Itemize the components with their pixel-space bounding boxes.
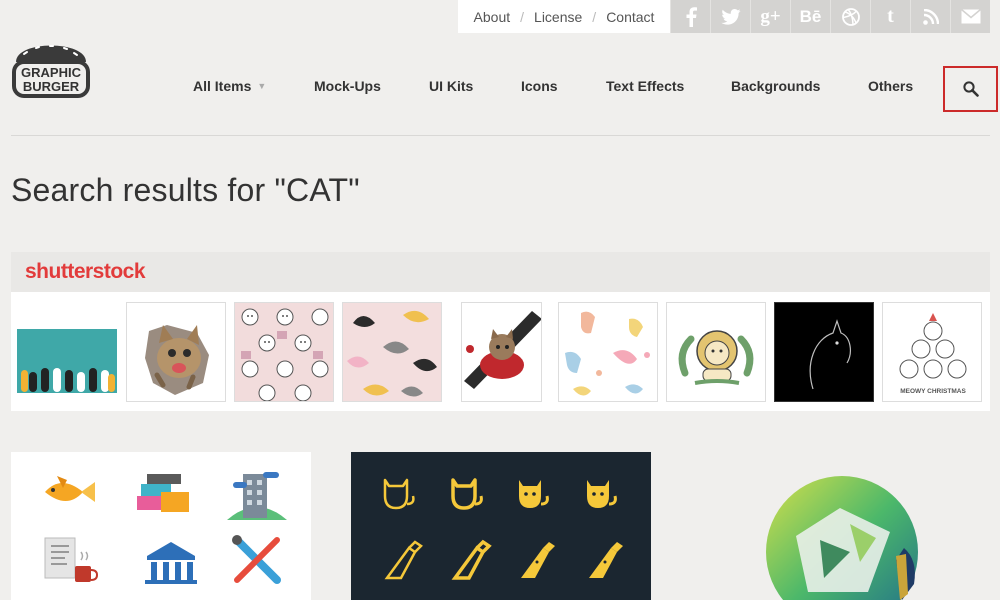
search-icon — [962, 81, 979, 97]
shutterstock-header: shutterstock — [11, 252, 990, 292]
nav-icons[interactable]: Icons — [521, 78, 558, 94]
nav-others[interactable]: Others — [868, 78, 913, 94]
nav-backgrounds[interactable]: Backgrounds — [731, 78, 820, 94]
nav-ui-kits[interactable]: UI Kits — [429, 78, 473, 94]
thumbnail-super-cat[interactable] — [461, 302, 542, 402]
nav-mockups[interactable]: Mock-Ups — [314, 78, 381, 94]
dribbble-icon[interactable] — [830, 0, 870, 33]
result-card-flat-icons[interactable] — [11, 452, 311, 600]
knife-icon-outline — [384, 540, 423, 580]
result-card-cat-line-icons[interactable] — [351, 452, 651, 600]
fish-icon — [45, 476, 95, 502]
nav-all-items[interactable]: All Items ▼ — [193, 78, 266, 94]
shutterstock-logo[interactable]: shutterstock — [25, 260, 146, 284]
thumbnail-cats-pattern[interactable] — [342, 302, 442, 402]
mail-icon[interactable] — [950, 0, 990, 33]
boxes-icon — [137, 474, 189, 512]
separator: / — [520, 8, 525, 25]
thumbnail-cat-faces-pattern[interactable] — [234, 302, 334, 402]
cat-icon-filled-alt — [587, 480, 617, 508]
nav-text-effects[interactable]: Text Effects — [606, 78, 684, 94]
tools-icon — [232, 535, 281, 584]
twitter-icon[interactable] — [710, 0, 750, 33]
contact-link[interactable]: Contact — [606, 9, 654, 25]
license-link[interactable]: License — [534, 9, 582, 25]
bank-icon — [145, 542, 197, 584]
result-card-3d-logo[interactable] — [700, 452, 990, 600]
building-icon — [227, 472, 287, 520]
cat-icon-outline-bold — [451, 478, 483, 510]
cat-icon-filled — [519, 480, 549, 508]
header-divider — [11, 135, 990, 136]
thumbnail-meowy-christmas[interactable]: MEOWY CHRISTMAS — [882, 302, 982, 402]
meowy-christmas-text: MEOWY CHRISTMAS — [900, 388, 966, 395]
knife-icon-filled — [521, 542, 555, 578]
caret-down-icon: ▼ — [257, 81, 267, 91]
google-plus-icon[interactable]: g+ — [750, 0, 790, 33]
cat-icon-outline — [383, 478, 415, 510]
behance-icon[interactable]: Bē — [790, 0, 830, 33]
knife-icon-outline-bold — [451, 539, 492, 580]
shutterstock-results: MEOWY CHRISTMAS — [11, 292, 990, 411]
thumbnail-lion-cat[interactable] — [666, 302, 766, 402]
thumbnail-cat-paws[interactable] — [17, 302, 117, 402]
nav-all-items-label: All Items — [193, 78, 252, 94]
document-coffee-icon — [44, 537, 99, 582]
tumblr-icon[interactable]: t — [870, 0, 910, 33]
page-title: Search results for "CAT" — [11, 172, 360, 208]
top-links-bar: About / License / Contact — [458, 0, 670, 33]
separator: / — [592, 8, 597, 25]
social-links: g+ Bē t — [670, 0, 990, 33]
thumbnail-pastel-cats[interactable] — [558, 302, 658, 402]
thumbnail-black-cat[interactable] — [774, 302, 874, 402]
facebook-icon[interactable] — [670, 0, 710, 33]
knife-icon-filled-alt — [589, 542, 623, 578]
rss-icon[interactable] — [910, 0, 950, 33]
main-nav: All Items ▼ Mock-Ups UI Kits Icons Text E… — [0, 70, 1000, 104]
thumbnail-kitten-tearing-paper[interactable] — [126, 302, 226, 402]
about-link[interactable]: About — [474, 9, 511, 25]
search-button[interactable] — [943, 66, 998, 112]
